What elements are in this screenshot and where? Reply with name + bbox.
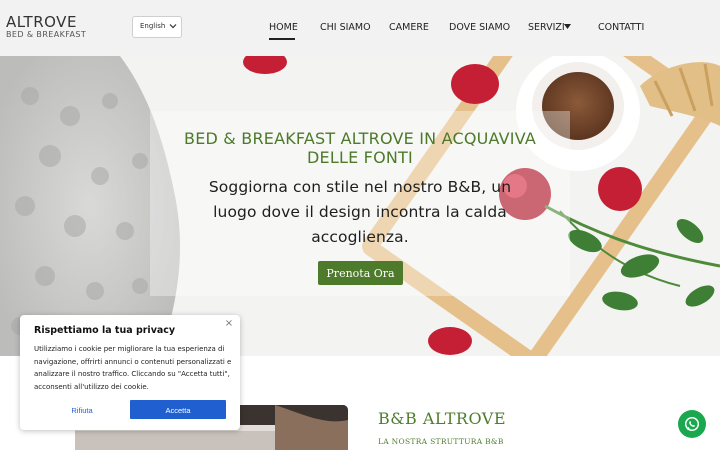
site-header: ALTROVE BED & BREAKFAST English HOME CHI… bbox=[0, 0, 720, 56]
whatsapp-icon bbox=[684, 416, 700, 432]
nav-item-contatti[interactable]: CONTATTI bbox=[598, 22, 644, 33]
section-subtitle: LA NOSTRA STRUTTURA B&B bbox=[378, 437, 504, 446]
nav-item-camere[interactable]: CAMERE bbox=[389, 22, 429, 33]
accept-cookies-button[interactable]: Accetta bbox=[130, 400, 226, 419]
book-now-button[interactable]: Prenota Ora bbox=[318, 261, 403, 285]
cookie-text: Utilizziamo i cookie per migliorare la t… bbox=[34, 345, 232, 391]
active-nav-indicator bbox=[269, 38, 295, 40]
whatsapp-button[interactable] bbox=[678, 410, 706, 438]
logo-tagline: BED & BREAKFAST bbox=[6, 30, 87, 39]
hero-text: Soggiorna con stile nel nostro B&B, un l… bbox=[208, 178, 512, 246]
hero-section: BED & BREAKFAST ALTROVE IN ACQUAVIVA DEL… bbox=[0, 56, 720, 356]
nav-item-chi-siamo[interactable]: CHI SIAMO bbox=[320, 22, 371, 33]
chevron-down-icon bbox=[169, 24, 177, 29]
reject-cookies-button[interactable]: Rifiuta bbox=[34, 400, 130, 419]
language-selected: English bbox=[140, 22, 166, 30]
nav-item-servizi[interactable]: SERVIZI bbox=[528, 22, 565, 33]
logo-title: ALTROVE bbox=[6, 13, 77, 31]
site-logo[interactable]: ALTROVE BED & BREAKFAST bbox=[6, 14, 86, 40]
section-title: B&B ALTROVE bbox=[378, 409, 507, 428]
cookie-consent-banner: × Rispettiamo la tua privacy Utilizziamo… bbox=[20, 315, 240, 430]
nav-item-dove-siamo[interactable]: DOVE SIAMO bbox=[449, 22, 510, 33]
language-selector[interactable]: English bbox=[132, 16, 182, 38]
caret-down-icon[interactable] bbox=[564, 24, 571, 30]
cookie-title: Rispettiamo la tua privacy bbox=[34, 325, 176, 336]
nav-item-home[interactable]: HOME bbox=[269, 22, 298, 33]
close-icon[interactable]: × bbox=[224, 319, 234, 329]
hero-title: BED & BREAKFAST ALTROVE IN ACQUAVIVA DEL… bbox=[184, 129, 536, 167]
